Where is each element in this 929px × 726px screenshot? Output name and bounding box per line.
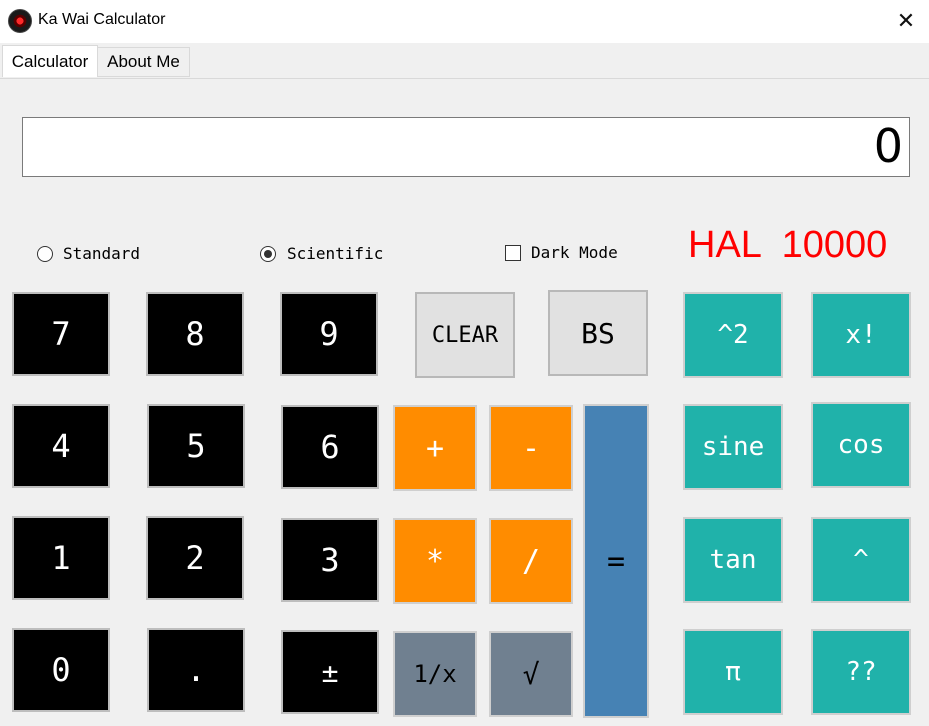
subtract-label: -: [521, 430, 541, 466]
power-label: ^: [853, 545, 869, 575]
divide-label: /: [521, 543, 541, 579]
dark-mode-label: Dark Mode: [531, 243, 618, 262]
dark-mode-checkbox[interactable]: [505, 245, 521, 261]
digit-3-button[interactable]: 3: [281, 518, 379, 602]
plus-minus-label: ±: [321, 655, 339, 689]
digit-9-button[interactable]: 9: [280, 292, 378, 376]
multiply-label: *: [425, 543, 445, 579]
digit-9-label: 9: [319, 315, 339, 353]
hal-eye-icon: [8, 9, 32, 33]
digit-0-label: 0: [51, 651, 71, 689]
decimal-point-label: .: [186, 651, 206, 689]
window-title: Ka Wai Calculator: [38, 11, 166, 28]
equals-button[interactable]: =: [583, 404, 649, 718]
digit-2-button[interactable]: 2: [146, 516, 244, 600]
standard-label: Standard: [63, 244, 141, 263]
digit-6-button[interactable]: 6: [281, 405, 379, 489]
sine-label: sine: [701, 432, 765, 462]
tangent-label: tan: [709, 545, 757, 575]
factorial-label: x!: [845, 320, 877, 350]
tab-calculator[interactable]: Calculator: [2, 45, 98, 77]
mystery-button[interactable]: ??: [811, 629, 911, 715]
sine-button[interactable]: sine: [683, 404, 783, 490]
decimal-point-button[interactable]: .: [147, 628, 245, 712]
digit-2-label: 2: [185, 539, 205, 577]
square-button[interactable]: ^2: [683, 292, 783, 378]
power-button[interactable]: ^: [811, 517, 911, 603]
square-root-button[interactable]: √: [489, 631, 573, 717]
digit-7-label: 7: [51, 315, 71, 353]
standard-radio[interactable]: [37, 246, 53, 262]
clear-label: CLEAR: [431, 322, 499, 348]
reciprocal-label: 1/x: [413, 660, 457, 688]
multiply-button[interactable]: *: [393, 518, 477, 604]
square-label: ^2: [717, 320, 749, 350]
square-root-label: √: [522, 657, 540, 691]
cosine-label: cos: [837, 430, 885, 460]
digit-8-label: 8: [185, 315, 205, 353]
plus-minus-button[interactable]: ±: [281, 630, 379, 714]
digit-7-button[interactable]: 7: [12, 292, 110, 376]
scientific-radio[interactable]: [260, 246, 276, 262]
add-label: +: [425, 430, 445, 466]
hal-branding: HAL 10000: [688, 224, 888, 266]
digit-0-button[interactable]: 0: [12, 628, 110, 712]
backspace-label: BS: [581, 316, 615, 350]
pi-label: π: [725, 657, 741, 687]
reciprocal-button[interactable]: 1/x: [393, 631, 477, 717]
digit-4-button[interactable]: 4: [12, 404, 110, 488]
mystery-label: ??: [845, 657, 877, 687]
digit-1-label: 1: [51, 539, 71, 577]
digit-4-label: 4: [51, 427, 71, 465]
digit-8-button[interactable]: 8: [146, 292, 244, 376]
subtract-button[interactable]: -: [489, 405, 573, 491]
tangent-button[interactable]: tan: [683, 517, 783, 603]
divide-button[interactable]: /: [489, 518, 573, 604]
factorial-button[interactable]: x!: [811, 292, 911, 378]
calculator-display: 0: [22, 117, 910, 177]
tab-about-me[interactable]: About Me: [98, 47, 190, 77]
add-button[interactable]: +: [393, 405, 477, 491]
scientific-label: Scientific: [287, 244, 384, 263]
title-bar: Ka Wai Calculator ✕: [0, 0, 929, 43]
digit-3-label: 3: [320, 541, 340, 579]
clear-button[interactable]: CLEAR: [415, 292, 515, 378]
digit-6-label: 6: [320, 428, 340, 466]
close-button[interactable]: ✕: [883, 0, 929, 43]
digit-5-label: 5: [186, 427, 206, 465]
backspace-button[interactable]: BS: [548, 290, 648, 376]
digit-5-button[interactable]: 5: [147, 404, 245, 488]
tab-bar: Calculator About Me: [0, 43, 929, 79]
equals-label: =: [606, 543, 626, 579]
cosine-button[interactable]: cos: [811, 402, 911, 488]
digit-1-button[interactable]: 1: [12, 516, 110, 600]
pi-button[interactable]: π: [683, 629, 783, 715]
